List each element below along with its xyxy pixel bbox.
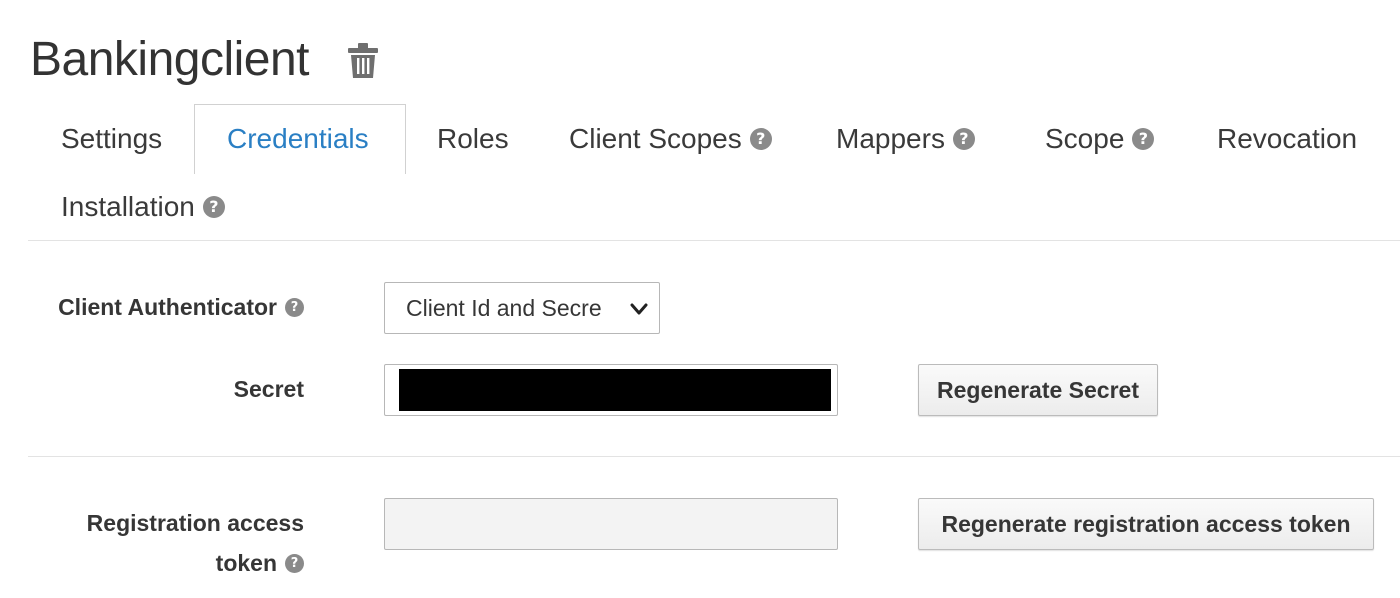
tab-settings[interactable]: Settings — [61, 122, 162, 156]
tab-installation[interactable]: Installation ? — [61, 190, 225, 224]
tab-revocation[interactable]: Revocation — [1217, 122, 1357, 156]
tab-label: Roles — [437, 123, 509, 154]
label-text: Client Authenticator — [58, 293, 277, 320]
client-authenticator-select[interactable]: Client Id and Secre — [384, 282, 660, 334]
help-icon[interactable]: ? — [285, 553, 304, 573]
redacted-secret — [399, 369, 831, 411]
help-icon[interactable]: ? — [285, 297, 304, 317]
tab-label: Installation — [61, 191, 195, 222]
secret-field[interactable] — [384, 364, 838, 416]
section-divider — [28, 456, 1400, 457]
regenerate-secret-button[interactable]: Regenerate Secret — [918, 364, 1158, 416]
tab-label: Credentials — [227, 123, 369, 154]
secret-label: Secret — [234, 374, 304, 404]
tab-scope[interactable]: Scope ? — [1045, 122, 1155, 156]
help-icon[interactable]: ? — [749, 128, 772, 150]
label-text: Secret — [233, 375, 304, 402]
registration-token-label-line2: token ? — [216, 548, 304, 578]
tab-mappers[interactable]: Mappers ? — [836, 122, 975, 156]
registration-token-field[interactable] — [384, 498, 838, 550]
page-title: Bankingclient — [30, 33, 310, 86]
tab-roles[interactable]: Roles — [437, 122, 509, 156]
tab-client-scopes[interactable]: Client Scopes ? — [569, 122, 772, 156]
selected-value: Client Id and Secre — [406, 294, 602, 321]
help-icon[interactable]: ? — [202, 196, 225, 218]
client-authenticator-label: Client Authenticator ? — [58, 292, 304, 322]
tab-label: Client Scopes — [569, 123, 742, 154]
label-text: token — [215, 549, 277, 576]
tab-label: Settings — [61, 123, 163, 154]
chevron-down-icon — [630, 303, 648, 315]
tab-label: Revocation — [1217, 123, 1358, 154]
tabs-divider — [28, 240, 1400, 241]
tab-credentials[interactable]: Credentials — [227, 122, 369, 156]
client-credentials-page: Bankingclient Settings Credentials Roles… — [0, 0, 1400, 598]
registration-token-label-line1: Registration access — [86, 509, 304, 536]
help-icon[interactable]: ? — [1132, 128, 1155, 150]
tab-label: Mappers — [836, 123, 945, 154]
tab-label: Scope — [1045, 123, 1125, 154]
trash-icon[interactable] — [346, 42, 380, 80]
help-icon[interactable]: ? — [952, 128, 975, 150]
regenerate-registration-token-button[interactable]: Regenerate registration access token — [918, 498, 1374, 550]
